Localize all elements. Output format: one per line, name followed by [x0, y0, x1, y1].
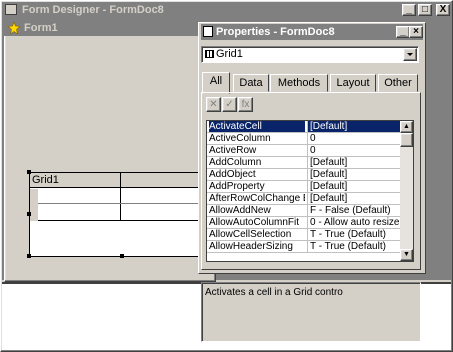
grid-row-line: [30, 203, 216, 204]
tab-data[interactable]: Data: [233, 74, 269, 92]
chevron-down-icon[interactable]: [403, 48, 417, 61]
grid-column-line: [120, 173, 121, 221]
property-row[interactable]: AllowCellSelection T - True (Default): [207, 229, 401, 241]
form-icon: [7, 21, 21, 35]
resize-handle[interactable]: [120, 254, 124, 258]
property-value[interactable]: 0: [307, 133, 401, 144]
property-name: AddObject: [209, 169, 256, 180]
maximize-button[interactable]: □: [418, 4, 432, 16]
close-button[interactable]: X: [436, 4, 450, 16]
grid-row-selector: [30, 189, 38, 221]
property-row[interactable]: AddColumn [Default]: [207, 157, 401, 169]
tab-other[interactable]: Other: [378, 74, 418, 92]
object-selector-value: Grid1: [216, 48, 243, 60]
resize-handle[interactable]: [27, 254, 31, 258]
property-value[interactable]: [Default]: [307, 157, 401, 168]
tab-all[interactable]: All: [202, 72, 230, 94]
cancel-icon[interactable]: ✕: [206, 97, 221, 112]
property-description: Activates a cell in a Grid contro: [205, 287, 343, 298]
property-name: AllowAutoColumnFit: [209, 217, 300, 228]
property-row[interactable]: AddObject [Default]: [207, 169, 401, 181]
property-row[interactable]: ActiveRow 0: [207, 145, 401, 157]
property-name: ActiveColumn: [209, 133, 271, 144]
property-value[interactable]: [Default]: [307, 193, 401, 204]
tab-layout[interactable]: Layout: [330, 74, 376, 92]
property-value[interactable]: [Default]: [307, 169, 401, 180]
properties-icon: [203, 26, 213, 37]
property-name: AddColumn: [209, 157, 262, 168]
form-designer-title: Form Designer - FormDoc8: [22, 4, 164, 16]
property-value[interactable]: T - True (Default): [307, 241, 401, 252]
accept-icon[interactable]: ✓: [222, 97, 237, 112]
property-row[interactable]: AllowHeaderSizing T - True (Default): [207, 241, 401, 253]
property-row[interactable]: ActiveColumn 0: [207, 133, 401, 145]
properties-close-button[interactable]: ×: [409, 26, 423, 38]
property-value[interactable]: 0 - Allow auto resize fo: [307, 217, 401, 228]
resize-handle[interactable]: [27, 170, 31, 174]
property-name: ActiveRow: [209, 145, 257, 156]
scroll-down-icon[interactable]: ▼: [400, 249, 413, 261]
properties-minimize-button[interactable]: _: [396, 26, 410, 38]
property-value[interactable]: [Default]: [307, 181, 401, 192]
form-designer-app-icon: [5, 4, 17, 15]
property-name: AllowCellSelection: [209, 229, 292, 240]
minimize-button[interactable]: _: [402, 4, 416, 16]
property-name: ActivateCell: [209, 121, 305, 132]
property-value[interactable]: 0: [307, 145, 401, 156]
property-value[interactable]: T - True (Default): [307, 229, 401, 240]
resize-handle[interactable]: [27, 212, 31, 216]
property-row[interactable]: ActivateCell [Default]: [207, 121, 401, 133]
property-value[interactable]: [Default]: [307, 121, 401, 132]
property-row[interactable]: AllowAddNew F - False (Default): [207, 205, 401, 217]
property-list: ActivateCell [Default] ActiveColumn 0 Acti…: [206, 120, 414, 262]
properties-title: Properties - FormDoc8: [216, 26, 335, 38]
property-name: AllowHeaderSizing: [209, 241, 293, 252]
grid-icon: [205, 50, 214, 58]
scroll-thumb[interactable]: [400, 133, 413, 147]
property-row[interactable]: AllowAutoColumnFit 0 - Allow auto resize …: [207, 217, 401, 229]
property-row[interactable]: AfterRowColChange E [Default]: [207, 193, 401, 205]
function-icon[interactable]: fx: [238, 97, 253, 112]
property-name: AddProperty: [209, 181, 265, 192]
property-row[interactable]: AddProperty [Default]: [207, 181, 401, 193]
grid-row-line: [30, 220, 216, 221]
tab-methods[interactable]: Methods: [270, 74, 328, 92]
scroll-up-icon[interactable]: ▲: [400, 121, 413, 133]
form1-title: Form1: [24, 22, 58, 34]
grid1-caption: Grid1: [32, 174, 59, 186]
property-name: AfterRowColChange E: [209, 193, 305, 204]
property-value[interactable]: F - False (Default): [307, 205, 401, 216]
property-name: AllowAddNew: [209, 205, 271, 216]
